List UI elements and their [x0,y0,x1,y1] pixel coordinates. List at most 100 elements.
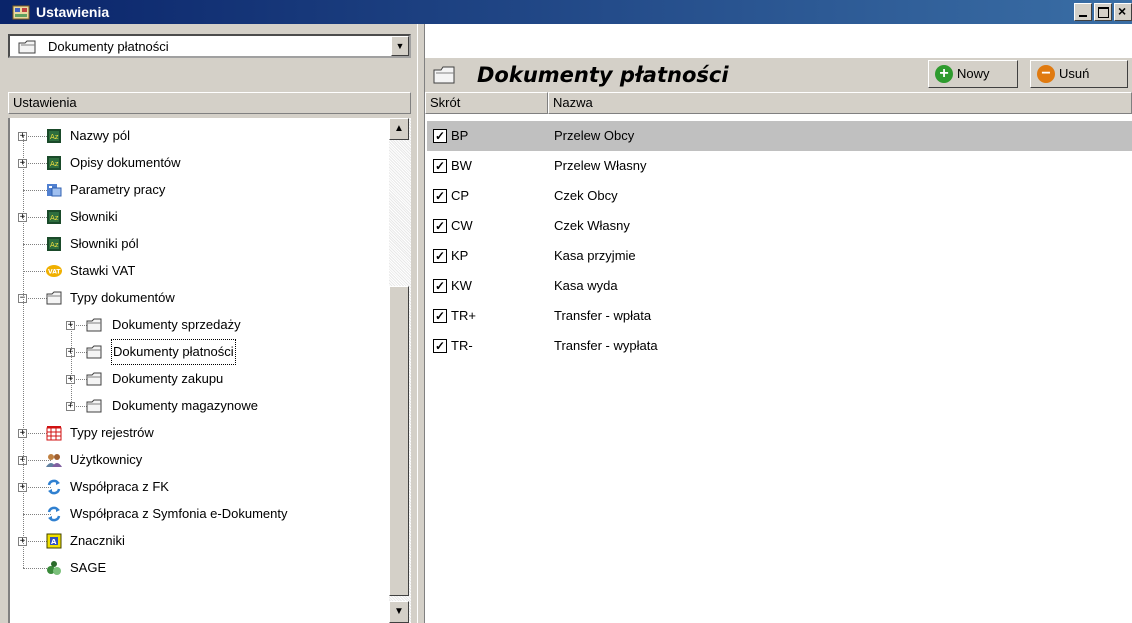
tree-item[interactable]: Współpraca z FK [10,475,390,499]
table-row[interactable]: ✓ CW Czek Własny [427,211,1132,241]
row-name: Przelew Obcy [554,128,635,143]
tree-item-label: Dokumenty magazynowe [112,398,258,413]
close-button[interactable]: × [1114,3,1132,21]
tree-item-label: Dokumenty płatności [111,339,236,365]
title-bar: Ustawienia × [0,0,1132,24]
row-name: Transfer - wpłata [554,308,652,323]
svg-text:A: A [51,538,57,546]
minimize-button[interactable] [1074,3,1092,21]
tree-item[interactable]: Az Słowniki pól [10,232,390,256]
tree-item[interactable]: VAT Stawki VAT [10,259,390,283]
tree-item[interactable]: Az Nazwy pól [10,124,390,148]
scroll-up-button[interactable]: ▲ [389,118,409,140]
users-icon [46,452,62,468]
tree-item-label: Nazwy pól [70,128,130,143]
tree-item-label: Użytkownicy [70,452,143,467]
combo-dropdown-button[interactable]: ▼ [391,36,409,56]
delete-button-label: Usuń [1059,66,1090,81]
tree-item[interactable]: SAGE [10,556,390,580]
delete-button[interactable]: − Usuń [1030,60,1128,88]
new-button-label: Nowy [957,66,990,81]
az-dictionary-icon: Az [46,155,62,171]
window-controls: × [1074,3,1132,21]
scroll-down-button[interactable]: ▼ [389,601,409,623]
tree-item-label: Dokumenty sprzedaży [112,317,241,332]
tree-item[interactable]: Az Słowniki [10,205,390,229]
tree-item[interactable]: Dokumenty magazynowe [10,394,390,418]
tree-item[interactable]: Użytkownicy [10,448,390,472]
section-combobox[interactable]: Dokumenty płatności ▼ [8,34,411,58]
sync-arrows-icon [46,479,62,495]
tree-item[interactable]: Dokumenty płatności [10,339,390,365]
az-dictionary-icon: Az [46,236,62,252]
scroll-up-icon: ▲ [394,123,404,134]
column-header-name-label: Nazwa [553,95,593,110]
row-name: Kasa wyda [554,278,618,293]
table-row[interactable]: ✓ TR- Transfer - wypłata [427,331,1132,361]
tree-item[interactable]: Dokumenty zakupu [10,367,390,391]
table-row[interactable]: ✓ BW Przelew Własny [427,151,1132,181]
table-row[interactable]: ✓ CP Czek Obcy [427,181,1132,211]
folder-icon [86,317,102,333]
register-grid-icon [46,425,62,441]
tree-item[interactable]: A Znaczniki [10,529,390,553]
table-row[interactable]: ✓ TR+ Transfer - wpłata [427,301,1132,331]
minimize-icon [1079,15,1087,17]
az-dictionary-icon: Az [46,128,62,144]
minus-icon: − [1037,65,1055,83]
row-code: BP [451,128,469,143]
table-row[interactable]: ✓ BP Przelew Obcy [427,121,1132,151]
svg-text:VAT: VAT [48,269,61,276]
vat-icon: VAT [46,263,62,279]
enabled-checkbox[interactable]: ✓ [433,129,447,143]
folder-icon [46,290,62,306]
folder-icon [18,40,36,54]
enabled-checkbox[interactable]: ✓ [433,219,447,233]
settings-app-icon [12,5,30,20]
enabled-checkbox[interactable]: ✓ [433,159,447,173]
table-row[interactable]: ✓ KW Kasa wyda [427,271,1132,301]
folder-icon [433,66,455,84]
tree-item[interactable]: Typy rejestrów [10,421,390,445]
column-header-name[interactable]: Nazwa [548,92,1132,114]
combo-value: Dokumenty płatności [48,39,169,54]
folder-icon [86,344,102,360]
enabled-checkbox[interactable]: ✓ [433,249,447,263]
enabled-checkbox[interactable]: ✓ [433,189,447,203]
tree-item-label: Opisy dokumentów [70,155,181,170]
tree-item-label: Parametry pracy [70,182,166,197]
row-code: TR+ [451,308,476,323]
page-title: Dokumenty płatności [477,63,729,87]
tree-item-label: Słowniki pól [70,236,139,251]
tree-item-label: SAGE [70,560,107,575]
tree-item-label: Typy dokumentów [70,290,175,305]
tree-item[interactable]: Az Opisy dokumentów [10,151,390,175]
work-parameters-icon [46,182,62,198]
row-code: KW [451,278,472,293]
enabled-checkbox[interactable]: ✓ [433,279,447,293]
sage-dots-icon [46,560,62,576]
scroll-thumb[interactable] [389,286,409,596]
enabled-checkbox[interactable]: ✓ [433,339,447,353]
svg-text:Az: Az [50,241,59,249]
tree-item-label: Typy rejestrów [70,425,154,440]
tree-scrollbar[interactable]: ▲ ▼ [389,118,411,623]
column-header-short[interactable]: Skrót [425,92,548,114]
maximize-button[interactable] [1094,3,1112,21]
az-dictionary-icon: Az [46,209,62,225]
table-row[interactable]: ✓ KP Kasa przyjmie [427,241,1132,271]
new-button[interactable]: + Nowy [928,60,1018,88]
row-name: Transfer - wypłata [554,338,658,353]
tree-item-label: Współpraca z FK [70,479,169,494]
tree-item[interactable]: Dokumenty sprzedaży [10,313,390,337]
tree-item[interactable]: Parametry pracy [10,178,390,202]
tree-item[interactable]: Współpraca z Symfonia e-Dokumenty [10,502,390,526]
settings-tree[interactable]: + Az Nazwy pól + Az Opisy dokumentów Parametry… [8,118,391,623]
row-name: Czek Własny [554,218,630,233]
plus-icon: + [935,65,953,83]
tree-header[interactable]: Ustawienia [8,92,411,114]
pane-splitter[interactable] [417,24,425,623]
tree-item[interactable]: Typy dokumentów [10,286,390,310]
enabled-checkbox[interactable]: ✓ [433,309,447,323]
row-name: Czek Obcy [554,188,618,203]
